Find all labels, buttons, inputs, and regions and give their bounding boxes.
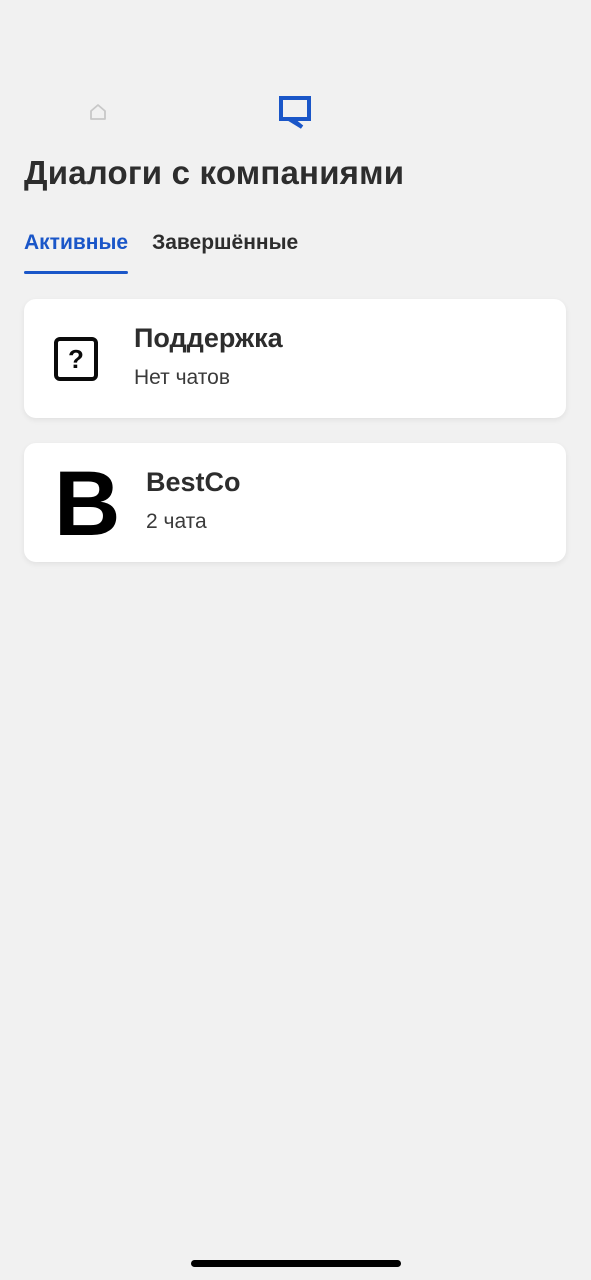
dialog-name: BestCo xyxy=(146,467,241,497)
home-indicator[interactable] xyxy=(191,1260,401,1267)
top-nav xyxy=(0,92,591,136)
bestco-logo: B xyxy=(54,452,121,555)
help-icon: ? xyxy=(54,299,98,418)
dialog-tabs: Активные Завершённые xyxy=(24,228,298,276)
screen: Диалоги с компаниями Активные Завершённы… xyxy=(0,0,591,1280)
nav-chat-button[interactable] xyxy=(273,92,317,136)
dialog-subtitle: 2 чата xyxy=(146,510,207,533)
nav-home-button[interactable] xyxy=(76,92,120,136)
tab-finished[interactable]: Завершённые xyxy=(152,228,298,274)
chat-icon xyxy=(278,95,312,134)
dialog-subtitle: Нет чатов xyxy=(134,366,230,389)
dialog-card-bestco[interactable]: B BestCo 2 чата xyxy=(24,443,566,562)
dialog-name: Поддержка xyxy=(134,323,283,353)
dialog-card-support[interactable]: ? Поддержка Нет чатов xyxy=(24,299,566,418)
home-icon xyxy=(88,102,108,127)
tab-active[interactable]: Активные xyxy=(24,228,129,274)
page-title: Диалоги с компаниями xyxy=(24,154,405,191)
